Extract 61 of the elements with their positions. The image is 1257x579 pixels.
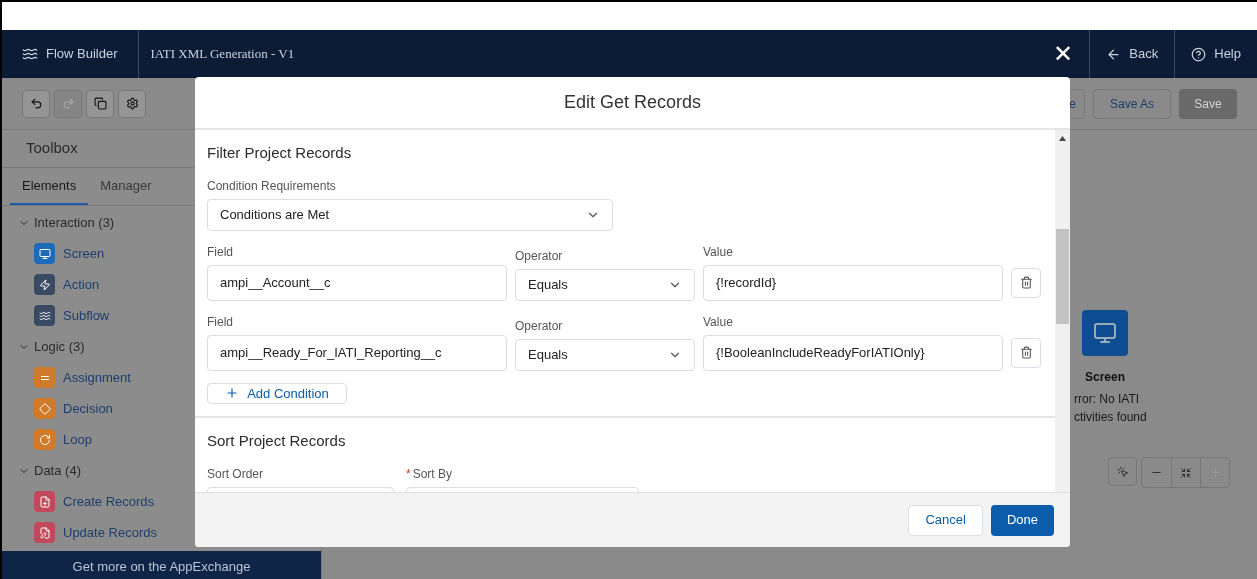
back-button[interactable]: Back [1089,30,1175,78]
toolbox-item[interactable]: Subflow [63,305,110,326]
value-input[interactable]: {!BooleanIncludeReadyForIATIOnly} [703,334,1003,371]
toolbox-item[interactable]: Action [63,274,100,295]
redo-icon [61,97,75,110]
field-input[interactable]: ampi__Account__c [207,264,507,301]
field-label: Value [703,313,734,331]
operator-select[interactable]: Equals [515,338,695,371]
field-input[interactable]: ampi__Ready_For_IATI_Reporting__c [207,334,507,371]
toolbox-tab[interactable]: Manager [88,175,164,205]
settings-icon [125,97,139,110]
save-as-button[interactable]: Save As [1092,88,1171,119]
appexchange-link[interactable]: Get more on the AppExchange [2,551,321,579]
field-label: Field [207,243,234,261]
copy-icon [93,97,107,110]
add-condition-button[interactable]: Add Condition [207,382,347,404]
help-button[interactable]: Help [1174,30,1257,78]
field-label: * Sort By [406,465,454,483]
node-description: ctivities found [1074,409,1147,426]
toolbox-item[interactable]: Assignment [63,367,131,388]
node-description: rror: No IATI [1074,391,1141,408]
field-label: Operator [515,317,564,335]
condition-requirements-select[interactable]: Conditions are Met [207,198,613,231]
flow-title: IATI XML Generation - V1 [149,45,296,64]
operator-select[interactable]: Equals [515,268,695,301]
field-label: Value [703,243,734,261]
app-name: Flow Builder [46,45,118,64]
toolbox-item[interactable]: Loop [63,429,92,450]
toolbox-item[interactable]: Screen [63,243,105,264]
field-label: Sort Order [207,465,264,483]
copy-button[interactable] [86,89,114,118]
screen-node-icon[interactable] [1082,310,1128,356]
close-button[interactable]: ✕ [1037,30,1090,78]
scrollbar-thumb[interactable] [1056,229,1069,324]
section-heading: Sort Project Records [207,431,347,451]
scrollbar[interactable] [1055,130,1070,492]
delete-button[interactable] [1011,337,1041,368]
field-label: Field [207,313,234,331]
selection-icon[interactable] [1108,457,1137,486]
settings-button[interactable] [118,89,146,118]
field-label: Condition Requirements [207,177,337,195]
undo-button[interactable] [22,89,50,118]
required-mark: * [406,466,411,481]
flow-icon [22,46,38,62]
value-input[interactable]: {!recordId} [703,264,1003,301]
scroll-up-icon[interactable] [1059,136,1066,141]
toolbox-item[interactable]: Create Records [63,491,155,512]
toolbox-tab[interactable]: Elements [10,175,89,205]
toolbox-item[interactable]: Decision [63,398,113,419]
toolbox-item[interactable]: Update Records [63,522,157,543]
undo-icon [29,97,43,110]
delete-button[interactable] [1011,267,1041,298]
node-label: Screen [1085,370,1125,384]
cancel-button[interactable]: Cancel [908,504,983,536]
trash-icon [1019,276,1033,289]
plus-icon [225,386,240,401]
help-icon [1191,46,1207,62]
field-label: Operator [515,247,564,265]
done-button[interactable]: Done [990,504,1054,536]
modal-title: Edit Get Records [195,77,1070,130]
trash-icon [1019,346,1033,359]
